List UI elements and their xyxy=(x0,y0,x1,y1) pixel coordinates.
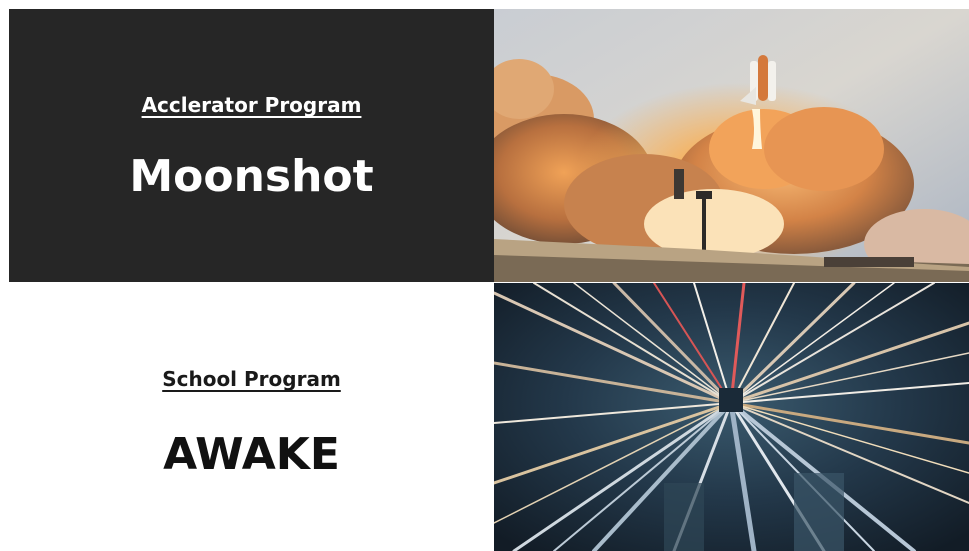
rocket-launch-illustration xyxy=(494,9,969,282)
awake-panel[interactable]: School Program AWAKE xyxy=(9,283,494,551)
city-zoom-illustration xyxy=(494,283,969,551)
moonshot-title: Moonshot xyxy=(129,151,374,202)
awake-program-label[interactable]: School Program xyxy=(9,367,494,391)
awake-title: AWAKE xyxy=(163,429,340,480)
moonshot-panel[interactable]: Acclerator Program Moonshot xyxy=(9,9,494,282)
city-zoom-image[interactable] xyxy=(494,283,969,551)
rocket-launch-image[interactable] xyxy=(494,9,969,282)
moonshot-program-label[interactable]: Acclerator Program xyxy=(9,93,494,117)
